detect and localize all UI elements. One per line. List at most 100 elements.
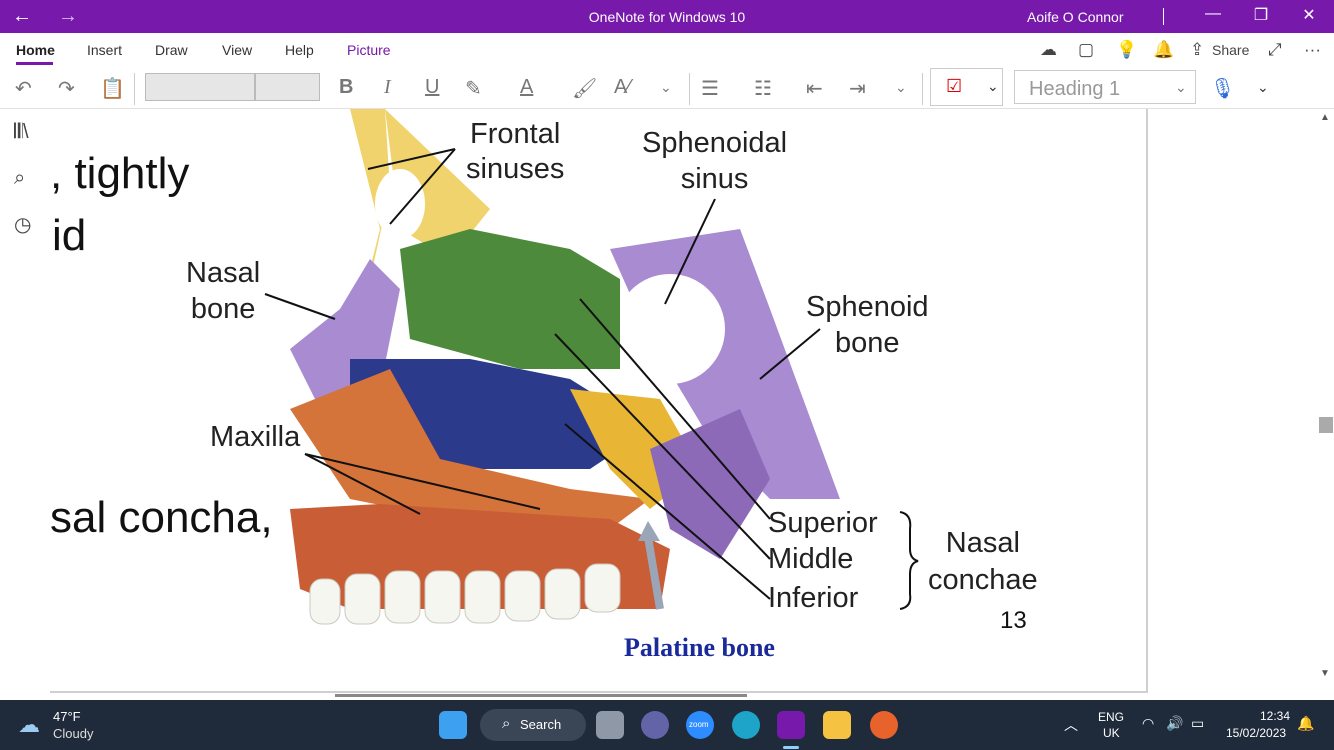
redo-icon[interactable]: ↷ bbox=[58, 76, 75, 101]
todo-tag-button[interactable]: ☑ ⌄ bbox=[930, 68, 1003, 106]
chevron-up-icon[interactable]: ︿ bbox=[1064, 715, 1078, 735]
language-region[interactable]: UK bbox=[1103, 726, 1120, 740]
home-toolbar: ↶ ↷ 📋 B I U ✎ A 🖌 A⁄ ⌄ ☰ ☷ ⇤ ⇥ ⌄ ☑ ⌄ Hea… bbox=[0, 67, 1334, 109]
task-view-icon[interactable] bbox=[596, 711, 624, 739]
checkbox-icon: ☑ bbox=[946, 76, 963, 96]
wifi-icon[interactable]: ◠ bbox=[1142, 715, 1154, 732]
weather-temperature[interactable]: 47°F bbox=[53, 709, 81, 724]
share-icon[interactable]: ⇪ bbox=[1190, 40, 1204, 60]
label-inferior: Inferior bbox=[768, 582, 859, 614]
sync-icon[interactable]: ☁ bbox=[1040, 40, 1057, 60]
chevron-down-icon: ⌄ bbox=[1175, 79, 1187, 95]
active-tab-indicator bbox=[16, 62, 53, 65]
user-name[interactable]: Aoife O Connor bbox=[1027, 9, 1124, 25]
clock-date[interactable]: 15/02/2023 bbox=[1226, 726, 1286, 740]
zoom-app-icon[interactable]: zoom bbox=[686, 711, 714, 739]
title-separator bbox=[1163, 8, 1164, 25]
weather-cloud-icon[interactable]: ☁ bbox=[18, 712, 40, 738]
slide-page-number: 13 bbox=[1000, 607, 1027, 634]
dictate-microphone-icon[interactable]: 🎙 bbox=[1210, 76, 1235, 101]
undo-icon[interactable]: ↶ bbox=[15, 76, 32, 101]
navigation-sidebar: 𝄃𝄃\ ⌕ ◷ bbox=[0, 109, 50, 700]
expand-icon[interactable]: ⤢ bbox=[1268, 40, 1282, 60]
notebook-icon[interactable]: ▢ bbox=[1078, 40, 1094, 60]
notification-bell-icon[interactable]: 🔔 bbox=[1297, 715, 1314, 732]
volume-icon[interactable]: 🔊 bbox=[1166, 715, 1183, 732]
label-nasal-bone: Nasal bone bbox=[186, 257, 261, 325]
tab-view[interactable]: View bbox=[222, 42, 252, 58]
onenote-app-icon[interactable] bbox=[777, 711, 805, 739]
outdent-icon[interactable]: ⇤ bbox=[806, 76, 823, 101]
active-app-indicator bbox=[783, 746, 799, 749]
bullet-list-icon[interactable]: ☰ bbox=[701, 76, 719, 101]
toolbar-divider bbox=[689, 73, 690, 105]
start-windows-icon[interactable] bbox=[439, 711, 467, 739]
teams-chat-icon[interactable] bbox=[641, 711, 669, 739]
window-title: OneNote for Windows 10 bbox=[588, 9, 746, 25]
slide-text-line: sal concha, bbox=[50, 493, 273, 542]
label-sphenoidal-sinus: Sphenoidal sinus bbox=[642, 127, 788, 195]
font-color-button[interactable]: A bbox=[520, 76, 533, 99]
slide-text-line: id bbox=[52, 211, 87, 260]
horizontal-scrollbar[interactable] bbox=[335, 694, 747, 697]
highlight-icon[interactable]: ✎ bbox=[465, 76, 482, 101]
language-code[interactable]: ENG bbox=[1098, 710, 1124, 724]
vertical-scrollbar[interactable]: ▲ ▼ bbox=[1318, 112, 1333, 682]
style-select[interactable]: Heading 1 ⌄ bbox=[1014, 70, 1196, 104]
maps-app-icon[interactable] bbox=[870, 711, 898, 739]
toolbar-divider bbox=[922, 73, 923, 105]
battery-icon[interactable]: ▭ bbox=[1191, 715, 1204, 732]
label-maxilla: Maxilla bbox=[210, 421, 301, 453]
scroll-down-icon[interactable]: ▼ bbox=[1320, 668, 1330, 679]
close-button[interactable]: ✕ bbox=[1294, 5, 1324, 25]
weather-condition[interactable]: Cloudy bbox=[53, 726, 93, 741]
clock-time[interactable]: 12:34 bbox=[1260, 709, 1290, 723]
label-palatine-bone: Palatine bone bbox=[624, 633, 775, 662]
label-superior: Superior bbox=[768, 507, 878, 539]
label-sphenoid-bone: Sphenoid bone bbox=[806, 291, 929, 359]
underline-button[interactable]: U bbox=[425, 76, 439, 99]
format-painter-icon[interactable]: 🖌 bbox=[572, 76, 597, 101]
bell-icon[interactable]: 🔔 bbox=[1153, 40, 1174, 60]
clear-formatting-icon[interactable]: A⁄ bbox=[614, 76, 631, 99]
notebooks-icon[interactable]: 𝄃𝄃\ bbox=[14, 121, 29, 144]
chevron-down-icon[interactable]: ⌄ bbox=[1257, 79, 1269, 96]
search-icon: ⌕ bbox=[502, 715, 511, 732]
label-nasal-conchae: Nasal conchae bbox=[928, 527, 1038, 596]
note-page[interactable]: , tightly id sal concha, Frontal sinuses… bbox=[50, 109, 1148, 693]
tab-help[interactable]: Help bbox=[285, 42, 314, 58]
indent-icon[interactable]: ⇥ bbox=[849, 76, 866, 101]
numbered-list-icon[interactable]: ☷ bbox=[754, 76, 772, 101]
chevron-down-icon[interactable]: ⌄ bbox=[660, 79, 672, 96]
recent-clock-icon[interactable]: ◷ bbox=[14, 212, 31, 237]
bold-button[interactable]: B bbox=[339, 76, 353, 99]
font-size-select[interactable] bbox=[255, 73, 320, 101]
tab-picture[interactable]: Picture bbox=[347, 42, 391, 58]
label-frontal-sinuses: Frontal sinuses bbox=[466, 118, 565, 185]
share-button[interactable]: Share bbox=[1212, 42, 1249, 58]
clipboard-icon[interactable]: 📋 bbox=[100, 76, 125, 101]
more-options-icon[interactable]: ··· bbox=[1304, 40, 1321, 60]
taskbar-search[interactable]: ⌕ Search bbox=[480, 709, 586, 741]
tab-draw[interactable]: Draw bbox=[155, 42, 188, 58]
edge-browser-icon[interactable] bbox=[732, 711, 760, 739]
minimize-button[interactable]: — bbox=[1198, 5, 1228, 23]
restore-button[interactable]: ❐ bbox=[1246, 5, 1276, 25]
style-value: Heading 1 bbox=[1029, 78, 1121, 100]
toolbar-divider bbox=[134, 73, 135, 105]
search-icon[interactable]: ⌕ bbox=[14, 167, 25, 190]
scroll-thumb[interactable] bbox=[1319, 417, 1333, 433]
tab-home[interactable]: Home bbox=[16, 42, 55, 58]
lightbulb-icon[interactable]: 💡 bbox=[1116, 40, 1137, 60]
chevron-down-icon: ⌄ bbox=[987, 78, 999, 94]
chevron-down-icon[interactable]: ⌄ bbox=[895, 79, 907, 96]
nasal-cavity-diagram bbox=[264, 109, 919, 625]
scroll-up-icon[interactable]: ▲ bbox=[1320, 112, 1330, 123]
italic-button[interactable]: I bbox=[384, 76, 391, 99]
font-family-select[interactable] bbox=[145, 73, 255, 101]
zoom-label: zoom bbox=[689, 720, 709, 729]
tab-insert[interactable]: Insert bbox=[87, 42, 122, 58]
slide-text-line: , tightly bbox=[50, 149, 190, 198]
search-label: Search bbox=[520, 717, 562, 732]
file-explorer-icon[interactable] bbox=[823, 711, 851, 739]
